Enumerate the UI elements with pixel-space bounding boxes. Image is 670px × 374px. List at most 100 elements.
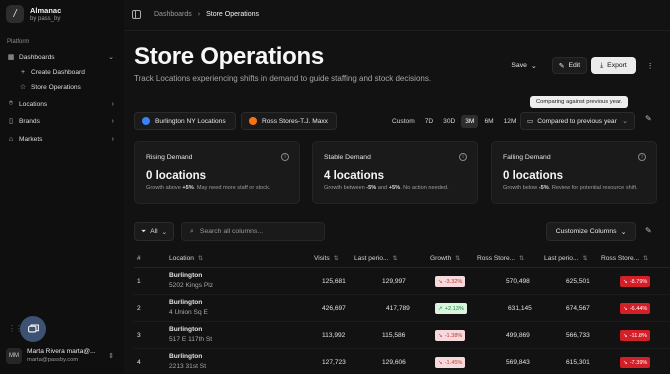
ross-visits: 570,498: [506, 278, 530, 285]
edit-button[interactable]: ✎ Edit: [552, 57, 587, 74]
sidebar-toggle-icon[interactable]: [132, 10, 141, 19]
chevron-down-icon: ⌄: [620, 228, 627, 236]
filter-all-select[interactable]: ⏷ All ⌄: [134, 222, 174, 241]
export-button[interactable]: ⤓ Export: [591, 57, 636, 74]
search-input[interactable]: [199, 228, 320, 235]
col-ross-visits[interactable]: Ross Store... ⇅: [477, 255, 524, 262]
sidebar-item-label: Brands: [19, 117, 40, 125]
filter-icon: ⏷: [141, 227, 147, 235]
location-address: 5202 Kings Plz: [169, 282, 213, 289]
sidebar-item-create-dashboard[interactable]: + Create Dashboard: [18, 65, 118, 79]
col-visits[interactable]: Visits ⇅: [314, 255, 339, 262]
save-label: Save: [511, 62, 527, 69]
range-30d[interactable]: 30D: [439, 115, 459, 128]
chevron-updown-icon: ⇕: [108, 353, 114, 360]
sidebar-item-dashboards[interactable]: ▦ Dashboards ⌄: [6, 50, 118, 64]
range-custom[interactable]: Custom: [388, 115, 419, 128]
ross-growth-badge: ↘ -6.44%: [620, 303, 651, 314]
info-icon[interactable]: i: [638, 153, 646, 161]
sidebar-item-markets[interactable]: ⌂ Markets ›: [6, 132, 118, 146]
save-button[interactable]: Save ⌄: [504, 57, 544, 74]
table-row[interactable]: 2 Burlington 4 Union Sq E 426,697 417,78…: [134, 295, 670, 322]
sidebar-item-store-operations[interactable]: ☆ Store Operations: [18, 80, 118, 94]
app-logo: /: [6, 5, 24, 23]
trend-down-icon: ↘: [623, 305, 628, 312]
breadcrumb-parent[interactable]: Dashboards: [154, 11, 192, 18]
page-title: Store Operations: [134, 43, 324, 70]
edit-filters-icon[interactable]: ✎: [645, 114, 652, 123]
range-3m[interactable]: 3M: [461, 114, 479, 128]
plus-icon: +: [20, 68, 26, 76]
sort-icon: ⇅: [197, 256, 203, 262]
sort-icon: ⇅: [333, 256, 339, 262]
search-box: ⌕: [181, 222, 325, 241]
trend-up-icon: ↗: [438, 305, 443, 312]
location-name: Burlington: [169, 299, 203, 306]
col-last-period[interactable]: Last perio... ⇅: [354, 255, 397, 262]
range-7d[interactable]: 7D: [421, 115, 437, 128]
customize-columns-button[interactable]: Customize Columns ⌄: [546, 222, 636, 241]
page-subtitle: Track Locations experiencing shifts in d…: [134, 74, 432, 83]
ross-growth-badge: ↘ -8.79%: [620, 276, 651, 287]
info-icon[interactable]: i: [459, 153, 467, 161]
chat-icon: [27, 324, 39, 332]
last-period: 115,586: [382, 332, 406, 339]
col-location[interactable]: Location ⇅: [169, 255, 203, 262]
ross-visits: 569,843: [506, 359, 530, 366]
topbar: Dashboards › Store Operations: [124, 0, 670, 31]
visits: 426,697: [322, 305, 346, 312]
trend-down-icon: ↘: [623, 332, 628, 339]
col-ross-last-period[interactable]: Last perio... ⇅: [544, 255, 587, 262]
chip-label: Burlington NY Locations: [155, 117, 226, 125]
last-period: 129,997: [382, 278, 406, 285]
sidebar-item-label: Dashboards: [19, 53, 55, 61]
user-menu[interactable]: MM Marta Rivera marta@... marta@passby.c…: [6, 348, 118, 364]
calendar-icon: ▭: [527, 118, 534, 125]
sidebar-item-locations[interactable]: ⌾ Locations ›: [6, 97, 118, 111]
stable-demand-card: Stable Demand i 4 locations Growth betwe…: [312, 141, 478, 204]
card-description: Growth above +5%. May need more staff or…: [146, 185, 271, 191]
growth-badge: ↘ -1.45%: [435, 357, 466, 368]
chip-burlington[interactable]: Burlington NY Locations: [134, 112, 236, 130]
sort-icon: ⇅: [392, 256, 398, 262]
col-ross-growth[interactable]: Ross Store... ⇅: [601, 255, 648, 262]
brand[interactable]: / Almanac by pass_by: [6, 5, 61, 23]
sort-icon: ⇅: [643, 256, 649, 262]
chip-ross-stores[interactable]: Ross Stores-T.J. Maxx: [241, 112, 337, 130]
growth-badge: ↗ +2.13%: [435, 303, 467, 314]
export-label: Export: [607, 62, 627, 69]
visits: 113,992: [322, 332, 346, 339]
compare-select[interactable]: ▭ Compared to previous year ⌄: [520, 112, 635, 130]
row-index: 3: [137, 332, 141, 339]
chevron-down-icon: ⌄: [530, 62, 537, 70]
ross-last-period: 566,733: [566, 332, 590, 339]
ross-visits: 499,869: [506, 332, 530, 339]
table-row[interactable]: 1 Burlington 5202 Kings Plz 125,681 129,…: [134, 268, 670, 295]
chevron-right-icon: ›: [111, 135, 114, 143]
edit-label: Edit: [568, 62, 581, 69]
trend-down-icon: ↘: [438, 332, 443, 339]
chevron-right-icon: ›: [111, 100, 114, 108]
range-12m[interactable]: 12M: [500, 115, 521, 128]
user-name: Marta Rivera marta@...: [27, 348, 96, 355]
trend-down-icon: ↘: [438, 359, 443, 366]
sort-icon: ⇅: [582, 256, 588, 262]
sidebar-item-brands[interactable]: ▯ Brands ›: [6, 114, 118, 128]
col-growth[interactable]: Growth ⇅: [430, 255, 460, 262]
visits: 127,723: [322, 359, 346, 366]
user-email: marta@passby.com: [27, 357, 79, 363]
row-index: 2: [137, 305, 141, 312]
table-row[interactable]: 3 Burlington 517 E 117th St 113,992 115,…: [134, 322, 670, 349]
edit-table-icon[interactable]: ✎: [645, 226, 652, 235]
table-row[interactable]: 4 Burlington 2213 31st St 127,723 129,60…: [134, 349, 670, 374]
info-icon[interactable]: i: [281, 153, 289, 161]
chat-button[interactable]: [20, 316, 46, 342]
more-options-button[interactable]: ⋮: [642, 57, 658, 74]
ross-last-period: 615,301: [566, 359, 590, 366]
avatar: MM: [6, 348, 22, 364]
range-6m[interactable]: 6M: [480, 115, 497, 128]
breadcrumb-current: Store Operations: [206, 11, 260, 18]
falling-demand-card: Falling Demand i 0 locations Growth belo…: [491, 141, 657, 204]
location-address: 4 Union Sq E: [169, 309, 208, 316]
row-index: 4: [137, 359, 141, 366]
